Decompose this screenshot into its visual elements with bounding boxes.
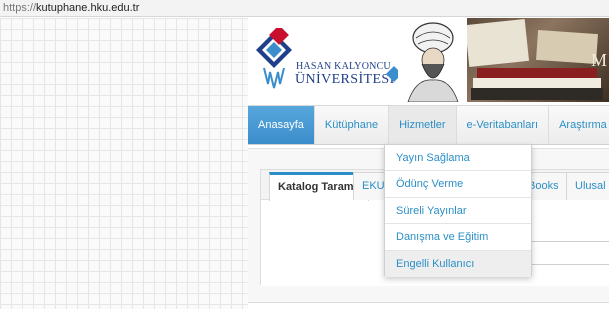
nav-e-veritabanlari[interactable]: e-Veritabanları — [457, 106, 550, 144]
portrait-illustration — [398, 18, 468, 103]
header-banner: M — [467, 18, 609, 102]
menu-item-yayin-saglama[interactable]: Yayın Sağlama — [385, 145, 531, 172]
menu-item-odunc-verme[interactable]: Ödünç Verme — [385, 171, 531, 198]
nav-arastirma[interactable]: Araştırma — [549, 106, 609, 144]
tab-ulusal[interactable]: Ulusal K — [566, 172, 609, 200]
logo-line-1: HASAN KALYONCU — [296, 61, 391, 72]
catalog-search-input[interactable] — [531, 241, 609, 265]
nav-anasayfa[interactable]: Anasayfa — [248, 106, 315, 144]
menu-item-danisma-ve-egitim[interactable]: Danışma ve Eğitim — [385, 224, 531, 251]
hizmetler-dropdown-menu: Yayın Sağlama Ödünç Verme Süreli Yayınla… — [384, 144, 532, 277]
university-logo[interactable]: HASAN KALYONCU ÜNİVERSİTESİ — [252, 25, 402, 96]
menu-item-sureli-yayinlar[interactable]: Süreli Yayınlar — [385, 198, 531, 225]
banner-text: M — [590, 50, 607, 70]
nav-hizmetler[interactable]: Hizmetler — [389, 106, 457, 144]
nav-kutuphane[interactable]: Kütüphane — [315, 106, 390, 144]
logo-emblem-icon — [256, 25, 292, 89]
url-host: kutuphane.hku.edu.tr — [36, 2, 140, 14]
address-bar[interactable]: https://kutuphane.hku.edu.tr — [0, 0, 609, 17]
site-header: HASAN KALYONCU ÜNİVERSİTESİ M — [248, 18, 609, 104]
menu-item-engelli-kullanici[interactable]: Engelli Kullanıcı — [385, 250, 531, 277]
url-protocol: https:// — [3, 2, 37, 14]
main-navbar: Anasayfa Kütüphane Hizmetler e-Veritaban… — [248, 105, 609, 145]
logo-line-2: ÜNİVERSİTESİ — [295, 72, 395, 87]
